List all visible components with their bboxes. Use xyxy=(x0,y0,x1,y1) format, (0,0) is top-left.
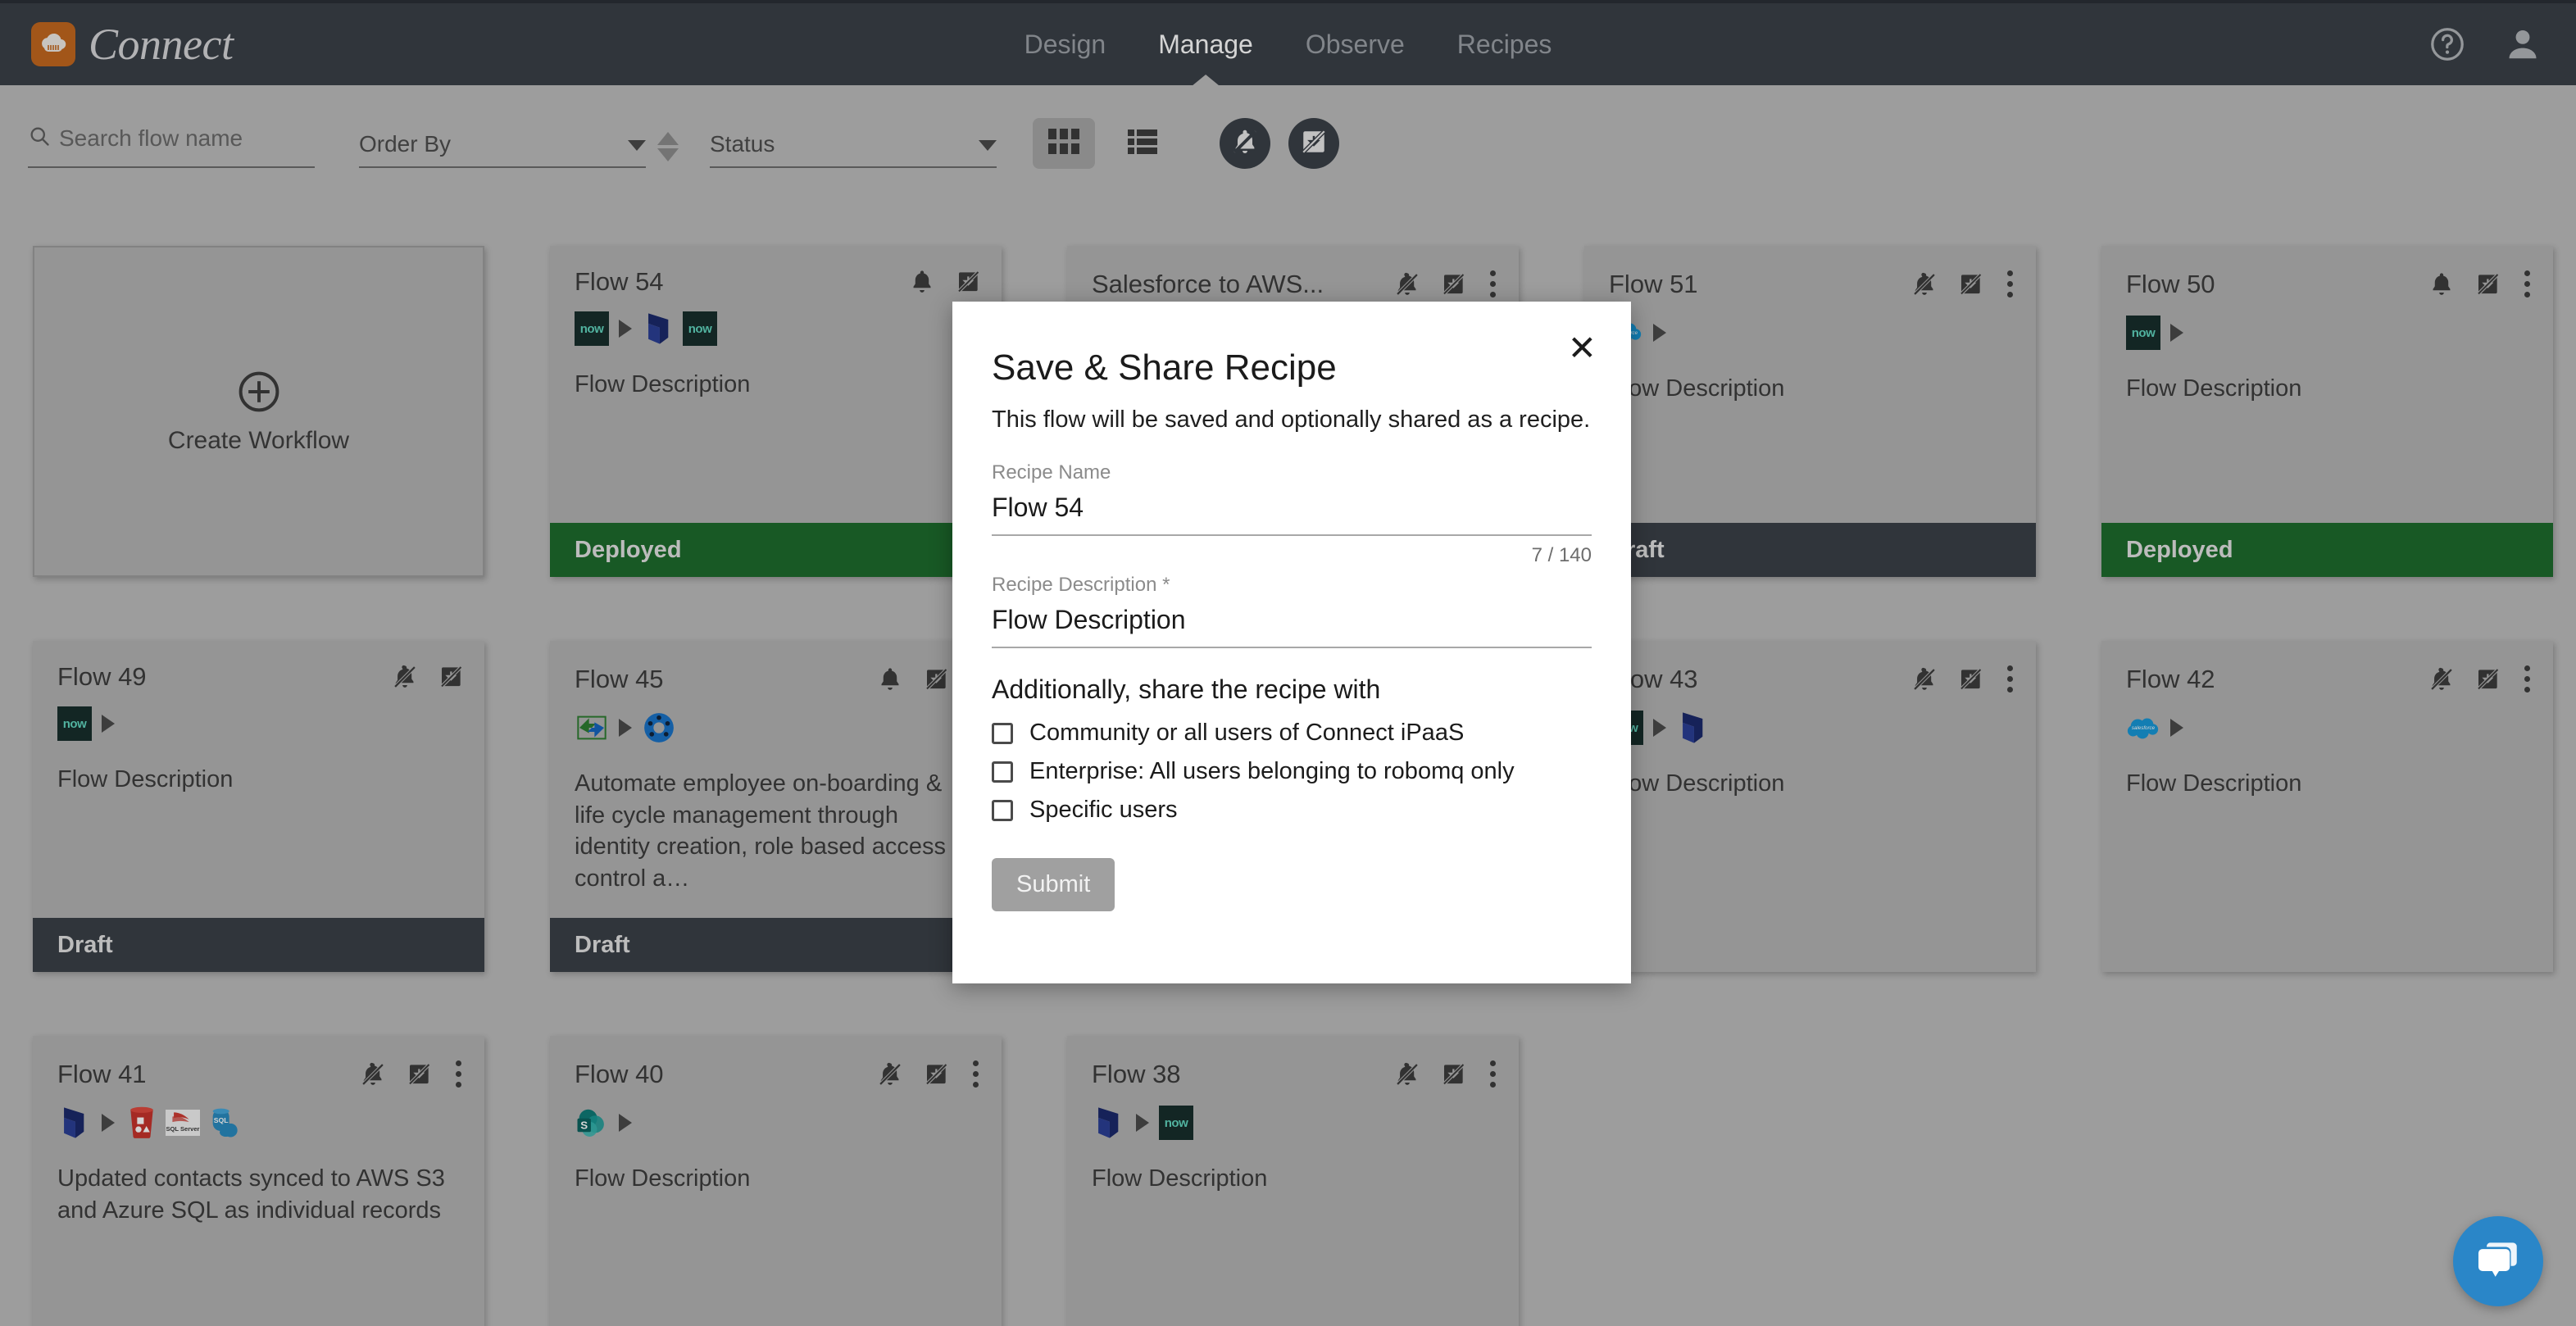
share-option-specific-users[interactable]: Specific users xyxy=(992,797,1592,824)
modal-subtitle: This flow will be saved and optionally s… xyxy=(992,406,1591,433)
recipe-name-field: Recipe Name 7 / 140 xyxy=(992,461,1592,567)
share-option-enterprise[interactable]: Enterprise: All users belonging to robom… xyxy=(992,758,1592,785)
checkbox-icon[interactable] xyxy=(992,722,1013,744)
checkbox-icon[interactable] xyxy=(992,761,1013,783)
char-counter: 7 / 140 xyxy=(1531,544,1592,566)
share-option-enterprise-label: Enterprise: All users belonging to robom… xyxy=(1029,758,1515,784)
close-icon[interactable]: ✕ xyxy=(1568,331,1597,366)
modal-title: Save & Share Recipe xyxy=(992,347,1337,388)
share-option-community[interactable]: Community or all users of Connect iPaaS xyxy=(992,720,1592,747)
share-option-specific-users-label: Specific users xyxy=(1029,797,1178,823)
share-option-community-label: Community or all users of Connect iPaaS xyxy=(1029,720,1465,746)
recipe-name-input[interactable] xyxy=(992,493,1592,536)
recipe-name-label: Recipe Name xyxy=(992,461,1111,484)
chat-support-button[interactable] xyxy=(2453,1216,2543,1306)
save-share-recipe-modal: ✕ Save & Share Recipe This flow will be … xyxy=(952,302,1631,983)
recipe-description-label: Recipe Description * xyxy=(992,574,1170,596)
submit-button[interactable]: Submit xyxy=(992,858,1115,911)
share-section-title: Additionally, share the recipe with xyxy=(992,674,1381,704)
recipe-description-field: Recipe Description * xyxy=(992,574,1592,648)
checkbox-icon[interactable] xyxy=(992,799,1013,821)
chat-bubbles-icon xyxy=(2473,1234,2524,1289)
app-root: Connect Design Manage Observe Recipes Se… xyxy=(0,0,2576,1326)
recipe-description-input[interactable] xyxy=(992,605,1592,648)
